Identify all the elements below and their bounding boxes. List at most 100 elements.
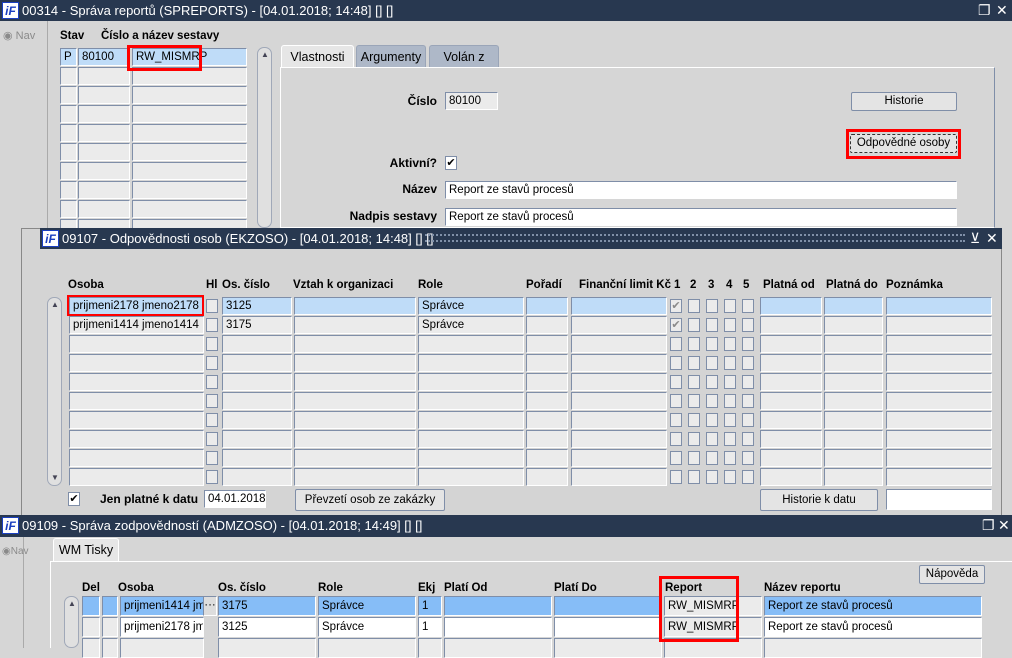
level-2-checkbox[interactable] (688, 394, 700, 408)
level-5-checkbox[interactable] (742, 337, 754, 351)
level-2-checkbox[interactable] (688, 432, 700, 446)
historie-datum-field[interactable] (886, 489, 992, 510)
os-cell[interactable] (222, 449, 292, 467)
limit-cell[interactable] (571, 316, 667, 334)
cislo-cell[interactable] (78, 162, 130, 180)
poradi-cell[interactable] (526, 411, 568, 429)
od-cell[interactable] (760, 316, 822, 334)
nazev-cell[interactable] (132, 162, 247, 180)
hl-checkbox[interactable] (206, 337, 218, 351)
nazev-cell[interactable]: Report ze stavů procesů (764, 617, 982, 637)
od-cell[interactable] (760, 373, 822, 391)
nazev-cell[interactable] (132, 200, 247, 218)
level-3-checkbox[interactable] (706, 375, 718, 389)
pozn-cell[interactable] (886, 468, 992, 486)
role-cell[interactable] (418, 392, 524, 410)
level-2-checkbox[interactable] (688, 299, 700, 313)
hl-checkbox[interactable] (206, 318, 218, 332)
poradi-cell[interactable] (526, 392, 568, 410)
role-cell[interactable]: Správce (318, 596, 416, 616)
limit-cell[interactable] (571, 449, 667, 467)
os-cell[interactable]: 3175 (222, 316, 292, 334)
role-cell[interactable] (418, 430, 524, 448)
level-5-checkbox[interactable] (742, 451, 754, 465)
level-3-checkbox[interactable] (706, 318, 718, 332)
level-1-checkbox[interactable] (670, 470, 682, 484)
level-3-checkbox[interactable] (706, 413, 718, 427)
role-cell[interactable] (318, 638, 416, 658)
tab-vlastnosti[interactable]: Vlastnosti (281, 45, 354, 68)
level-3-checkbox[interactable] (706, 394, 718, 408)
level-1-checkbox[interactable] (670, 356, 682, 370)
pozn-cell[interactable] (886, 316, 992, 334)
level-5-checkbox[interactable] (742, 375, 754, 389)
hl-checkbox[interactable] (206, 470, 218, 484)
vztah-cell[interactable] (294, 297, 416, 315)
del-cell[interactable] (82, 638, 100, 658)
level-2-checkbox[interactable] (688, 413, 700, 427)
stav-cell[interactable] (60, 124, 77, 142)
close-icon[interactable]: ✕ (996, 0, 1008, 21)
os-cell[interactable]: 3125 (218, 617, 316, 637)
limit-cell[interactable] (571, 335, 667, 353)
vztah-cell[interactable] (294, 468, 416, 486)
napoveda-button[interactable]: Nápověda (919, 565, 985, 584)
scroll-up-icon[interactable]: ▲ (259, 49, 271, 61)
os-cell[interactable] (222, 411, 292, 429)
do-cell[interactable] (824, 297, 883, 315)
do-cell[interactable] (554, 638, 662, 658)
level-3-checkbox[interactable] (706, 299, 718, 313)
do-cell[interactable] (554, 617, 662, 637)
os-cell[interactable]: 3175 (218, 596, 316, 616)
os-cell[interactable] (218, 638, 316, 658)
osoba-cell[interactable] (69, 392, 204, 410)
level-4-checkbox[interactable] (724, 394, 736, 408)
level-1-checkbox[interactable]: ✔ (670, 299, 682, 313)
scrollbar[interactable]: ▲ (257, 47, 272, 228)
select-cell[interactable] (102, 638, 118, 658)
role-cell[interactable] (418, 468, 524, 486)
do-cell[interactable] (824, 335, 883, 353)
nadpis-field[interactable]: Report ze stavů procesů (445, 208, 957, 226)
od-cell[interactable] (444, 596, 552, 616)
do-cell[interactable] (824, 373, 883, 391)
cislo-cell[interactable] (78, 181, 130, 199)
role-cell[interactable] (418, 335, 524, 353)
scrollbar[interactable]: ▲ ▼ (47, 297, 62, 486)
level-4-checkbox[interactable] (724, 470, 736, 484)
role-cell[interactable]: Správce (418, 316, 524, 334)
osoba-cell[interactable] (69, 335, 204, 353)
close-icon[interactable]: ✕ (998, 515, 1010, 536)
level-4-checkbox[interactable] (724, 413, 736, 427)
pozn-cell[interactable] (886, 449, 992, 467)
level-5-checkbox[interactable] (742, 299, 754, 313)
level-1-checkbox[interactable] (670, 451, 682, 465)
stav-cell[interactable] (60, 181, 77, 199)
od-cell[interactable] (760, 430, 822, 448)
poradi-cell[interactable] (526, 316, 568, 334)
cislo-field[interactable]: 80100 (445, 92, 498, 110)
vztah-cell[interactable] (294, 392, 416, 410)
vztah-cell[interactable] (294, 373, 416, 391)
nazev-cell[interactable] (132, 143, 247, 161)
level-3-checkbox[interactable] (706, 356, 718, 370)
vztah-cell[interactable] (294, 335, 416, 353)
poradi-cell[interactable] (526, 297, 568, 315)
cislo-cell[interactable] (78, 67, 130, 85)
aktivni-checkbox[interactable]: ✔ (445, 156, 457, 170)
pozn-cell[interactable] (886, 373, 992, 391)
do-cell[interactable] (824, 316, 883, 334)
pozn-cell[interactable] (886, 354, 992, 372)
level-2-checkbox[interactable] (688, 470, 700, 484)
jen-platne-checkbox[interactable]: ✔ (68, 492, 80, 506)
level-3-checkbox[interactable] (706, 451, 718, 465)
os-cell[interactable] (222, 354, 292, 372)
scrollbar[interactable]: ▲ (64, 596, 79, 648)
level-4-checkbox[interactable] (724, 375, 736, 389)
od-cell[interactable] (760, 297, 822, 315)
cislo-cell[interactable] (78, 124, 130, 142)
level-1-checkbox[interactable] (670, 394, 682, 408)
cislo-cell[interactable] (78, 200, 130, 218)
os-cell[interactable] (222, 335, 292, 353)
role-cell[interactable]: Správce (418, 297, 524, 315)
